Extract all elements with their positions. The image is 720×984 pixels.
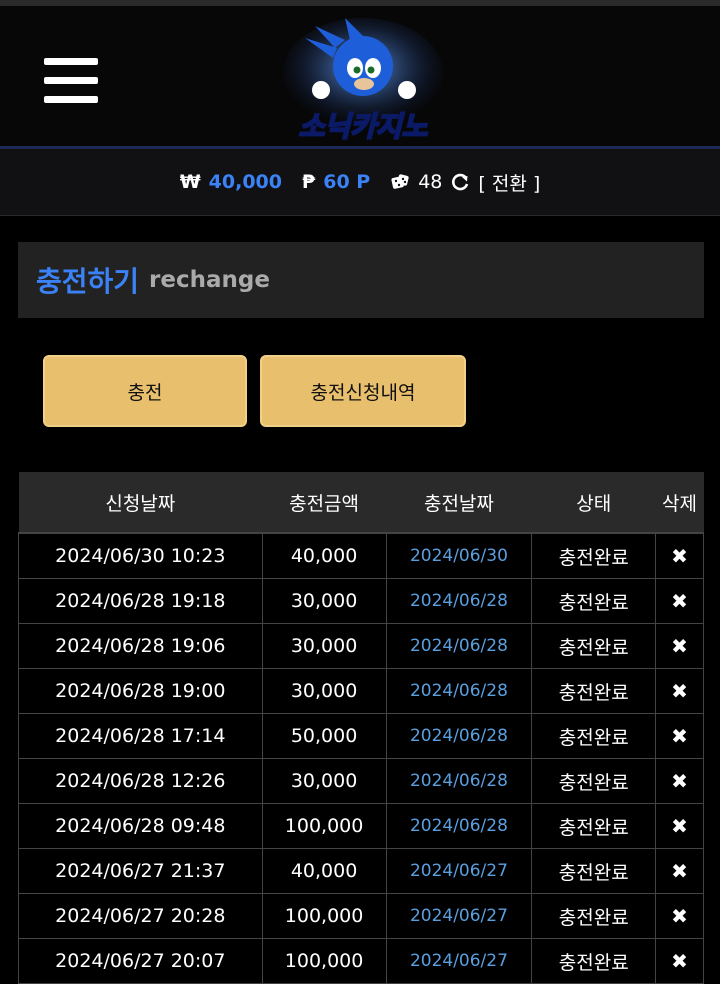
- table-row: 2024/06/28 19:00 30,000 2024/06/28 충전완료 …: [18, 668, 704, 714]
- table-row: 2024/06/27 20:28 100,000 2024/06/27 충전완료…: [18, 893, 704, 939]
- won-balance: 40,000: [208, 171, 282, 193]
- amount: 30,000: [261, 578, 387, 624]
- delete-icon[interactable]: ✖: [655, 578, 704, 624]
- point-icon: ₱: [302, 171, 316, 193]
- charge-date: 2024/06/28: [385, 623, 533, 669]
- status: 충전완료: [531, 578, 657, 624]
- charge-history-table: 신청날짜 충전금액 충전날짜 상태 삭제 2024/06/30 10:23 40…: [18, 472, 704, 984]
- request-date: 2024/06/28 19:06: [18, 623, 263, 669]
- delete-icon[interactable]: ✖: [655, 758, 704, 804]
- status: 충전완료: [531, 623, 657, 669]
- status: 충전완료: [531, 893, 657, 939]
- amount: 40,000: [261, 532, 387, 579]
- status: 충전완료: [531, 938, 657, 984]
- status: 충전완료: [531, 803, 657, 849]
- request-date: 2024/06/27 21:37: [18, 848, 263, 894]
- request-date: 2024/06/27 20:28: [18, 893, 263, 939]
- logo[interactable]: 소닉카지노: [275, 18, 451, 142]
- section-title: 충전하기: [36, 265, 140, 298]
- charge-date: 2024/06/28: [385, 713, 533, 759]
- request-date: 2024/06/28 09:48: [18, 803, 263, 849]
- amount: 30,000: [261, 758, 387, 804]
- request-date: 2024/06/30 10:23: [18, 532, 263, 579]
- charge-date: 2024/06/28: [385, 803, 533, 849]
- amount: 30,000: [261, 623, 387, 669]
- amount: 100,000: [261, 803, 387, 849]
- table-row: 2024/06/28 19:06 30,000 2024/06/28 충전완료 …: [18, 623, 704, 669]
- table-header-row: 신청날짜 충전금액 충전날짜 상태 삭제: [18, 472, 704, 534]
- table-row: 2024/06/27 20:07 100,000 2024/06/27 충전완료…: [18, 938, 704, 984]
- won-icon: ₩: [179, 171, 201, 193]
- amount: 100,000: [261, 938, 387, 984]
- col-charge-date: 충전날짜: [386, 472, 532, 534]
- status: 충전완료: [531, 758, 657, 804]
- delete-icon[interactable]: ✖: [655, 532, 704, 579]
- request-date: 2024/06/28 17:14: [18, 713, 263, 759]
- col-delete: 삭제: [655, 472, 704, 534]
- refresh-icon[interactable]: [450, 172, 470, 192]
- delete-icon[interactable]: ✖: [655, 713, 704, 759]
- section-header: 충전하기 rechange: [18, 242, 704, 318]
- point-balance: 60 P: [323, 171, 371, 193]
- charge-date: 2024/06/27: [385, 893, 533, 939]
- delete-icon[interactable]: ✖: [655, 848, 704, 894]
- header: 소닉카지노: [0, 6, 720, 149]
- table-row: 2024/06/27 21:37 40,000 2024/06/27 충전완료 …: [18, 848, 704, 894]
- switch-button[interactable]: [ 전환 ]: [478, 169, 540, 196]
- charge-button[interactable]: 충전: [43, 355, 247, 427]
- amount: 50,000: [261, 713, 387, 759]
- amount: 100,000: [261, 893, 387, 939]
- table-row: 2024/06/28 12:26 30,000 2024/06/28 충전완료 …: [18, 758, 704, 804]
- request-date: 2024/06/28 19:00: [18, 668, 263, 714]
- table-row: 2024/06/30 10:23 40,000 2024/06/30 충전완료 …: [18, 532, 704, 579]
- charge-date: 2024/06/27: [385, 848, 533, 894]
- col-status: 상태: [531, 472, 656, 534]
- delete-icon[interactable]: ✖: [655, 668, 704, 714]
- dice-icon: [391, 174, 409, 189]
- request-date: 2024/06/28 19:18: [18, 578, 263, 624]
- charge-date: 2024/06/28: [385, 668, 533, 714]
- delete-icon[interactable]: ✖: [655, 893, 704, 939]
- table-row: 2024/06/28 19:18 30,000 2024/06/28 충전완료 …: [18, 578, 704, 624]
- status: 충전완료: [531, 532, 657, 579]
- status: 충전완료: [531, 848, 657, 894]
- request-date: 2024/06/27 20:07: [18, 938, 263, 984]
- status: 충전완료: [531, 668, 657, 714]
- charge-history-button[interactable]: 충전신청내역: [260, 355, 466, 427]
- delete-icon[interactable]: ✖: [655, 938, 704, 984]
- col-amount: 충전금액: [262, 472, 386, 534]
- delete-icon[interactable]: ✖: [655, 803, 704, 849]
- dice-count: 48: [418, 171, 443, 193]
- wallet-bar: ₩ 40,000 ₱ 60 P 48 [ 전환 ]: [0, 149, 720, 216]
- status: 충전완료: [531, 713, 657, 759]
- charge-date: 2024/06/28: [385, 578, 533, 624]
- logo-text: 소닉카지노: [299, 110, 428, 142]
- charge-date: 2024/06/30: [385, 532, 533, 579]
- section-subtitle: rechange: [149, 267, 270, 293]
- delete-icon[interactable]: ✖: [655, 623, 704, 669]
- col-request-date: 신청날짜: [18, 472, 263, 534]
- table-row: 2024/06/28 09:48 100,000 2024/06/28 충전완료…: [18, 803, 704, 849]
- amount: 40,000: [261, 848, 387, 894]
- request-date: 2024/06/28 12:26: [18, 758, 263, 804]
- charge-date: 2024/06/28: [385, 758, 533, 804]
- charge-date: 2024/06/27: [385, 938, 533, 984]
- hamburger-icon[interactable]: [44, 58, 98, 106]
- table-row: 2024/06/28 17:14 50,000 2024/06/28 충전완료 …: [18, 713, 704, 759]
- amount: 30,000: [261, 668, 387, 714]
